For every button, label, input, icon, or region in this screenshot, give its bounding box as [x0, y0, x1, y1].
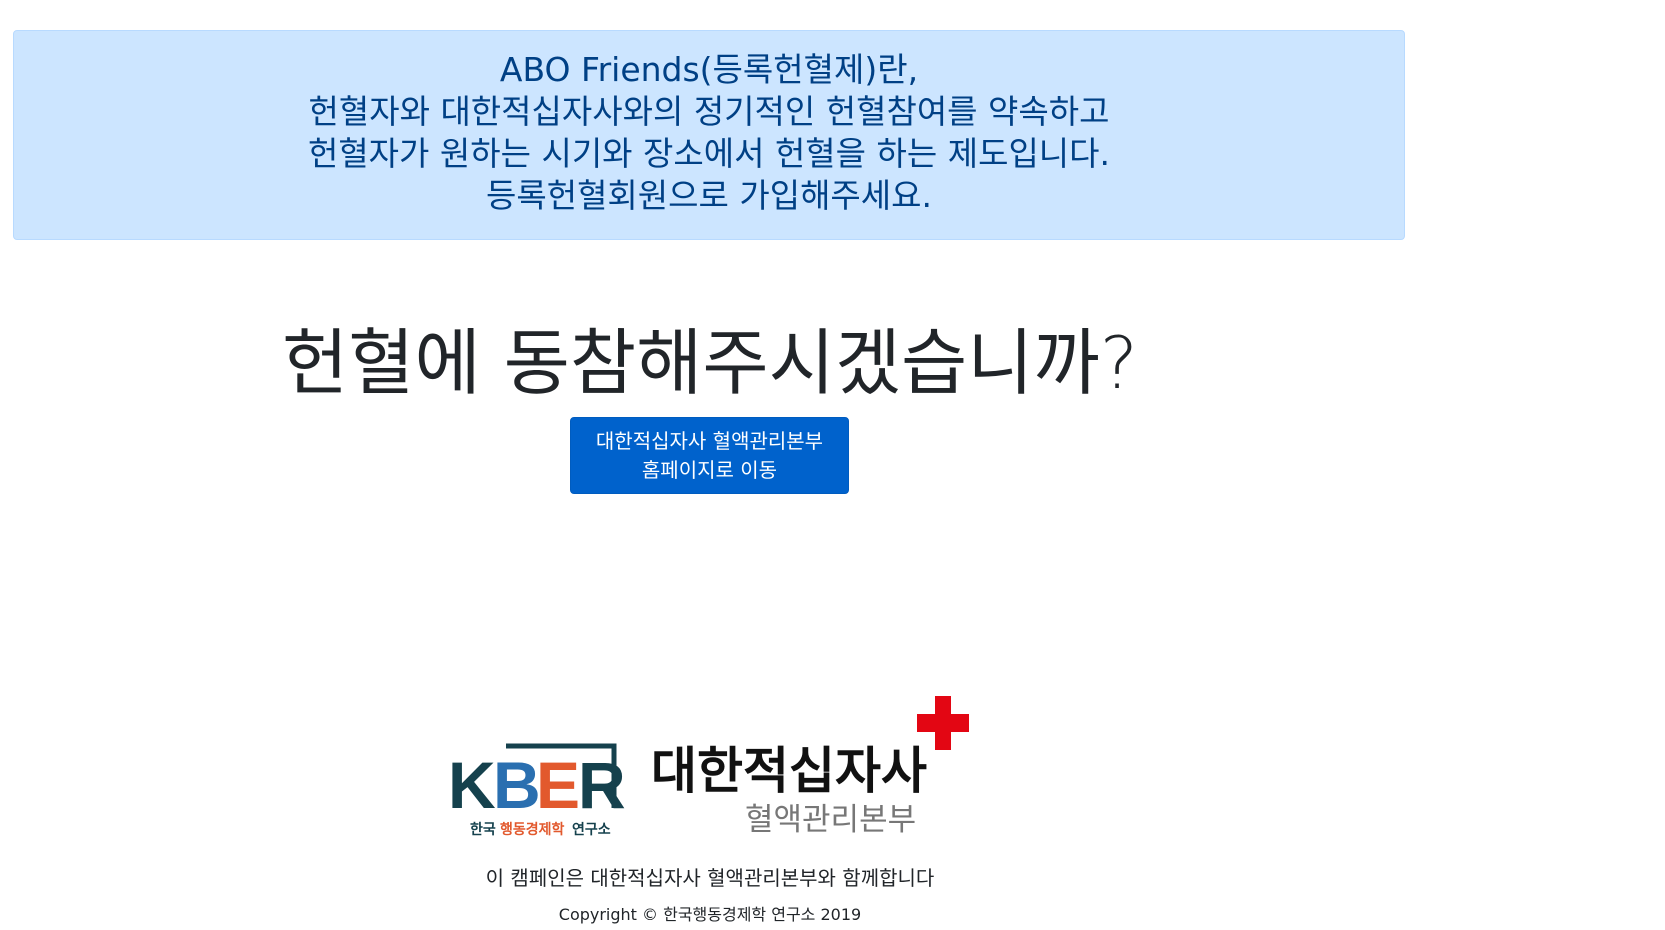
kberi-subtitle-part3: 연구소 [572, 822, 611, 838]
info-line-3: 헌혈자가 원하는 시기와 장소에서 헌혈을 하는 제도입니다. [307, 134, 1111, 173]
copyright-text: Copyright © 한국행동경제학 연구소 2019 [558, 905, 862, 924]
info-line-2: 헌혈자와 대한적십자사와의 정기적인 헌혈참여를 약속하고 [308, 92, 1110, 131]
page: ABO Friends(등록헌혈제)란, 헌혈자와 대한적십자사와의 정기적인 … [0, 0, 1665, 930]
kberi-subtitle-part2: 행동경제학 [500, 821, 565, 838]
participation-question-heading: 헌혈에 동참해주시겠습니까? [282, 321, 1138, 405]
kberi-e-letter: E [536, 748, 580, 822]
kberi-r-letter: R [578, 748, 626, 822]
kberi-k-letter: K [448, 748, 496, 822]
info-line-4: 등록헌혈회원으로 가입해주세요. [485, 176, 933, 215]
kberi-b-letter: B [493, 748, 541, 822]
kberi-logo: K B E R 한국 행동경제학 연구소 [446, 740, 626, 840]
button-label-line-1: 대한적십자사 혈액관리본부 [595, 429, 824, 453]
korean-red-cross-logo: 대한적십자사 혈액관리본부 [645, 690, 975, 840]
kberi-subtitle-part1: 한국 [470, 822, 496, 838]
korean-red-cross-logo-image: 대한적십자사 혈액관리본부 [651, 696, 969, 838]
go-to-blood-services-homepage-button[interactable]: 대한적십자사 혈액관리본부 홈페이지로 이동 [570, 417, 849, 494]
campaign-partner-text: 이 캠페인은 대한적십자사 혈액관리본부와 함께합니다 [485, 866, 935, 890]
red-cross-name-text: 대한적십자사 [651, 742, 927, 800]
red-cross-division-text: 혈액관리본부 [745, 802, 916, 838]
info-alert-box: ABO Friends(등록헌혈제)란, 헌혈자와 대한적십자사와의 정기적인 … [13, 30, 1405, 240]
button-label-line-2: 홈페이지로 이동 [641, 458, 778, 482]
kberi-logo-image: K B E R 한국 행동경제학 연구소 [448, 743, 626, 838]
info-line-1: ABO Friends(등록헌혈제)란, [499, 50, 919, 89]
